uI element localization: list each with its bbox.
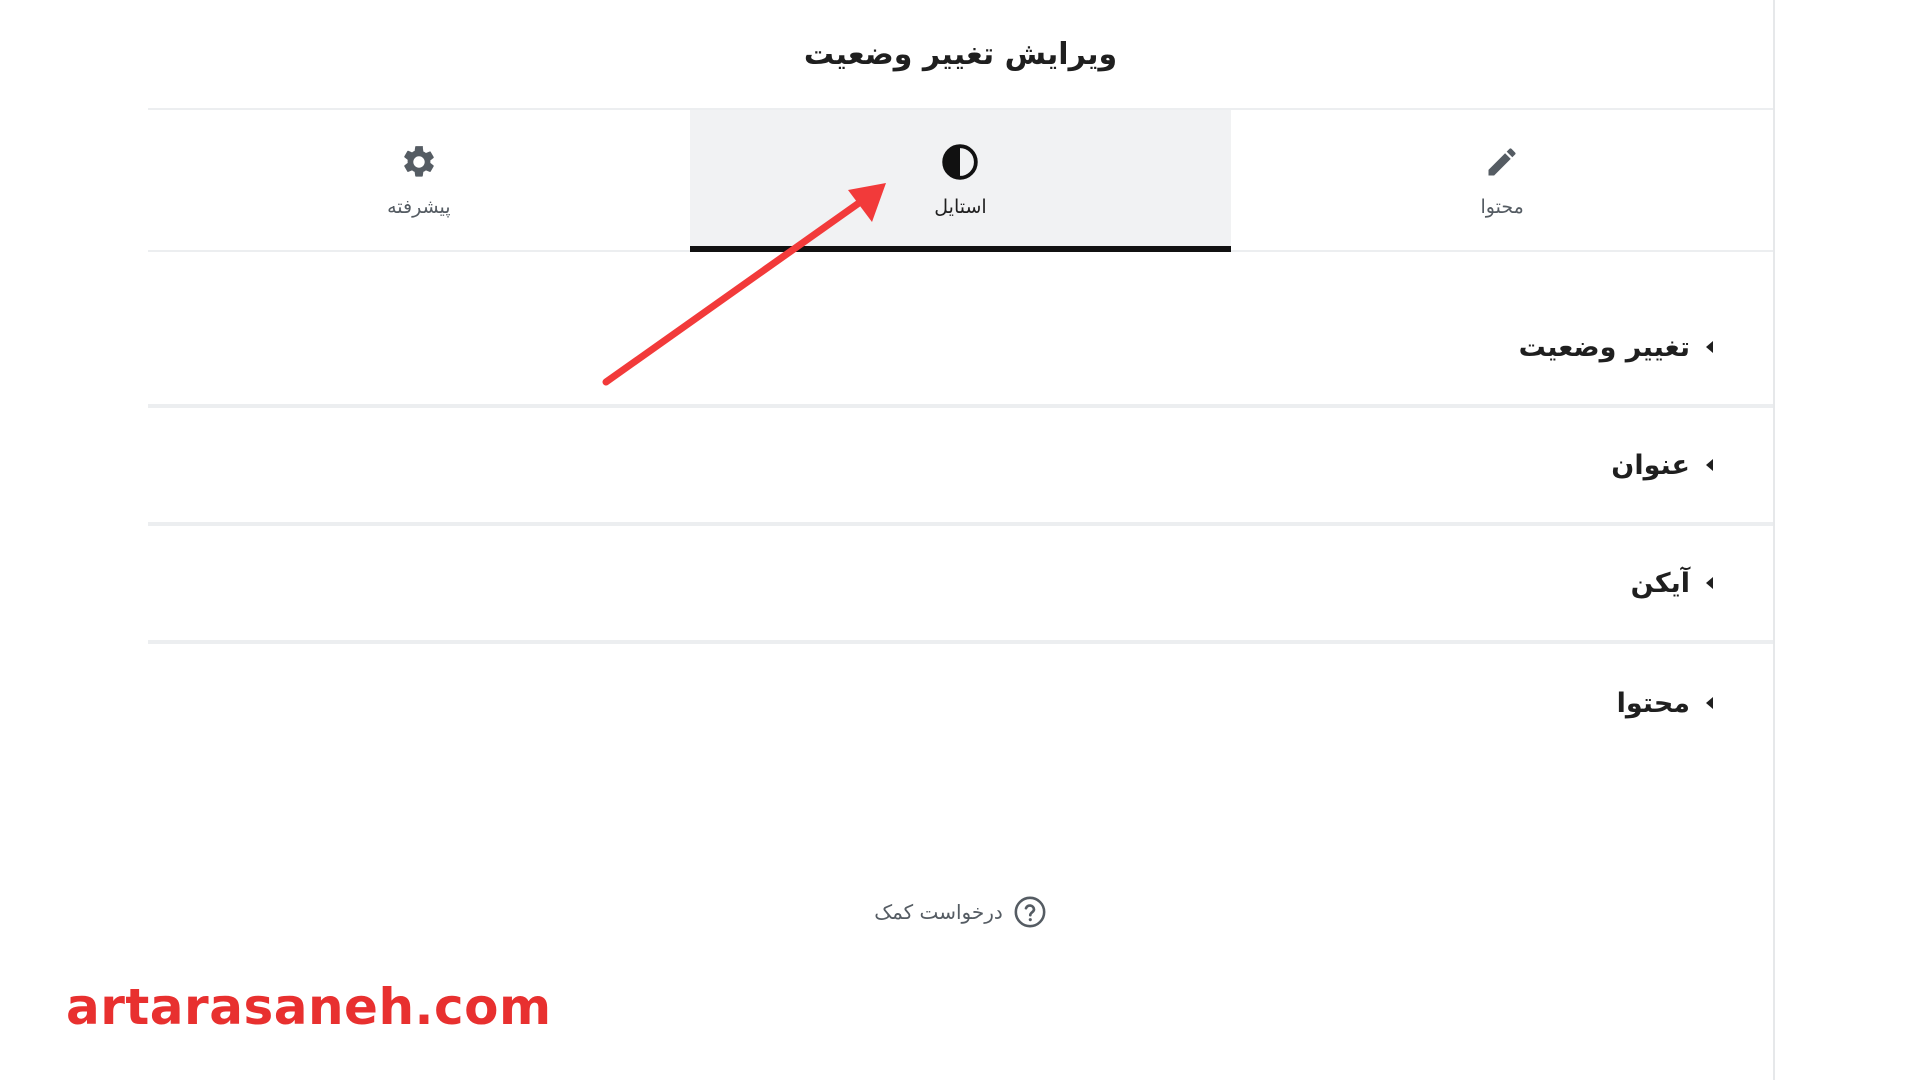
section-list: تغییر وضعیت عنوان آیکن محتوا <box>148 290 1773 762</box>
pencil-icon <box>1482 142 1522 182</box>
gear-icon <box>399 142 439 182</box>
tab-style-label: استایل <box>934 196 987 218</box>
tab-advanced[interactable]: پیشرفته <box>148 110 690 250</box>
help-link[interactable]: درخواست کمک <box>148 895 1773 929</box>
editor-panel: ویرایش تغییر وضعیت محتوا استایل پیشرفته … <box>148 0 1775 1080</box>
section-toggle[interactable]: تغییر وضعیت <box>148 290 1773 408</box>
section-content[interactable]: محتوا <box>148 644 1773 762</box>
caret-left-icon <box>1704 574 1718 592</box>
question-circle-icon <box>1013 895 1047 929</box>
panel-title: ویرایش تغییر وضعیت <box>148 0 1773 110</box>
tab-style[interactable]: استایل <box>689 110 1232 252</box>
section-icon[interactable]: آیکن <box>148 526 1773 644</box>
watermark: artarasaneh.com <box>66 978 552 1036</box>
section-title[interactable]: عنوان <box>148 408 1773 526</box>
caret-left-icon <box>1704 694 1718 712</box>
tab-advanced-label: پیشرفته <box>387 196 451 218</box>
section-title-label: عنوان <box>1611 449 1690 481</box>
help-label: درخواست کمک <box>874 900 1003 924</box>
section-content-label: محتوا <box>1616 687 1690 719</box>
tab-content-label: محتوا <box>1480 196 1524 218</box>
section-toggle-label: تغییر وضعیت <box>1518 331 1690 363</box>
caret-left-icon <box>1704 338 1718 356</box>
tab-content[interactable]: محتوا <box>1231 110 1773 250</box>
caret-left-icon <box>1704 456 1718 474</box>
half-circle-icon <box>940 142 980 182</box>
tab-bar: محتوا استایل پیشرفته <box>148 110 1773 252</box>
section-icon-label: آیکن <box>1630 567 1690 599</box>
